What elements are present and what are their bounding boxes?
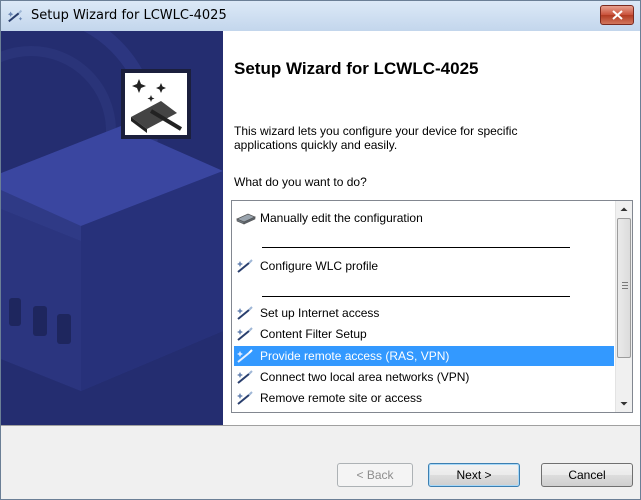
list-separator xyxy=(262,247,570,248)
wizard-wand-icon xyxy=(237,259,253,273)
cancel-button[interactable]: Cancel xyxy=(541,463,633,487)
wizard-wand-icon xyxy=(7,9,23,23)
list-item-label: Content Filter Setup xyxy=(260,327,367,341)
list-item-label: Connect two local area networks (VPN) xyxy=(260,370,470,384)
list-item-remove-site[interactable]: Remove remote site or access xyxy=(234,388,614,408)
list-item-remote-access[interactable]: Provide remote access (RAS, VPN) xyxy=(234,346,614,366)
grip-line xyxy=(622,282,628,283)
device-icon xyxy=(236,213,256,225)
list-item-label: Provide remote access (RAS, VPN) xyxy=(260,349,450,363)
device-illustration xyxy=(1,31,223,425)
close-icon xyxy=(612,10,623,20)
question-label: What do you want to do? xyxy=(234,175,367,189)
grip-line xyxy=(622,288,628,289)
list-item-wlc-profile[interactable]: Configure WLC profile xyxy=(234,256,614,276)
window-title: Setup Wizard for LCWLC-4025 xyxy=(31,8,227,23)
list-item-connect-lans[interactable]: Connect two local area networks (VPN) xyxy=(234,367,614,387)
list-item-manual-config[interactable]: Manually edit the configuration xyxy=(234,208,614,228)
wizard-window: Setup Wizard for LCWLC-4025 Setup Wizard… xyxy=(0,0,641,500)
side-banner-image xyxy=(1,31,223,425)
scroll-thumb[interactable] xyxy=(617,218,631,358)
list-item-label: Manually edit the configuration xyxy=(260,211,423,225)
next-button[interactable]: Next > xyxy=(428,463,520,487)
close-button[interactable] xyxy=(600,5,634,25)
page-title: Setup Wizard for LCWLC-4025 xyxy=(234,59,479,78)
wizard-wand-icon xyxy=(237,306,253,320)
title-bar[interactable]: Setup Wizard for LCWLC-4025 xyxy=(1,1,640,31)
list-item-label: Configure WLC profile xyxy=(260,259,379,273)
wizard-wand-icon xyxy=(237,349,253,363)
list-separator xyxy=(262,296,570,297)
list-item-content-filter[interactable]: Content Filter Setup xyxy=(234,324,614,344)
wizard-description: This wizard lets you configure your devi… xyxy=(234,124,518,152)
scroll-up-arrow-icon xyxy=(620,207,628,211)
list-item-internet-access[interactable]: Set up Internet access xyxy=(234,303,614,323)
footer-divider xyxy=(1,425,640,426)
wizard-wand-icon xyxy=(237,391,253,405)
list-item-label: Remove remote site or access xyxy=(260,391,423,405)
back-button[interactable]: < Back xyxy=(337,463,413,487)
scroll-down-arrow-icon xyxy=(620,402,628,406)
grip-line xyxy=(622,285,628,286)
list-item-label: Set up Internet access xyxy=(260,306,380,320)
wizard-wand-icon xyxy=(237,327,253,341)
task-list[interactable]: Manually edit the configuration Configur… xyxy=(231,200,633,413)
wizard-wand-icon xyxy=(237,370,253,384)
scroll-down-button[interactable] xyxy=(616,395,632,412)
scroll-up-button[interactable] xyxy=(616,201,632,218)
vertical-scrollbar[interactable] xyxy=(615,201,632,412)
